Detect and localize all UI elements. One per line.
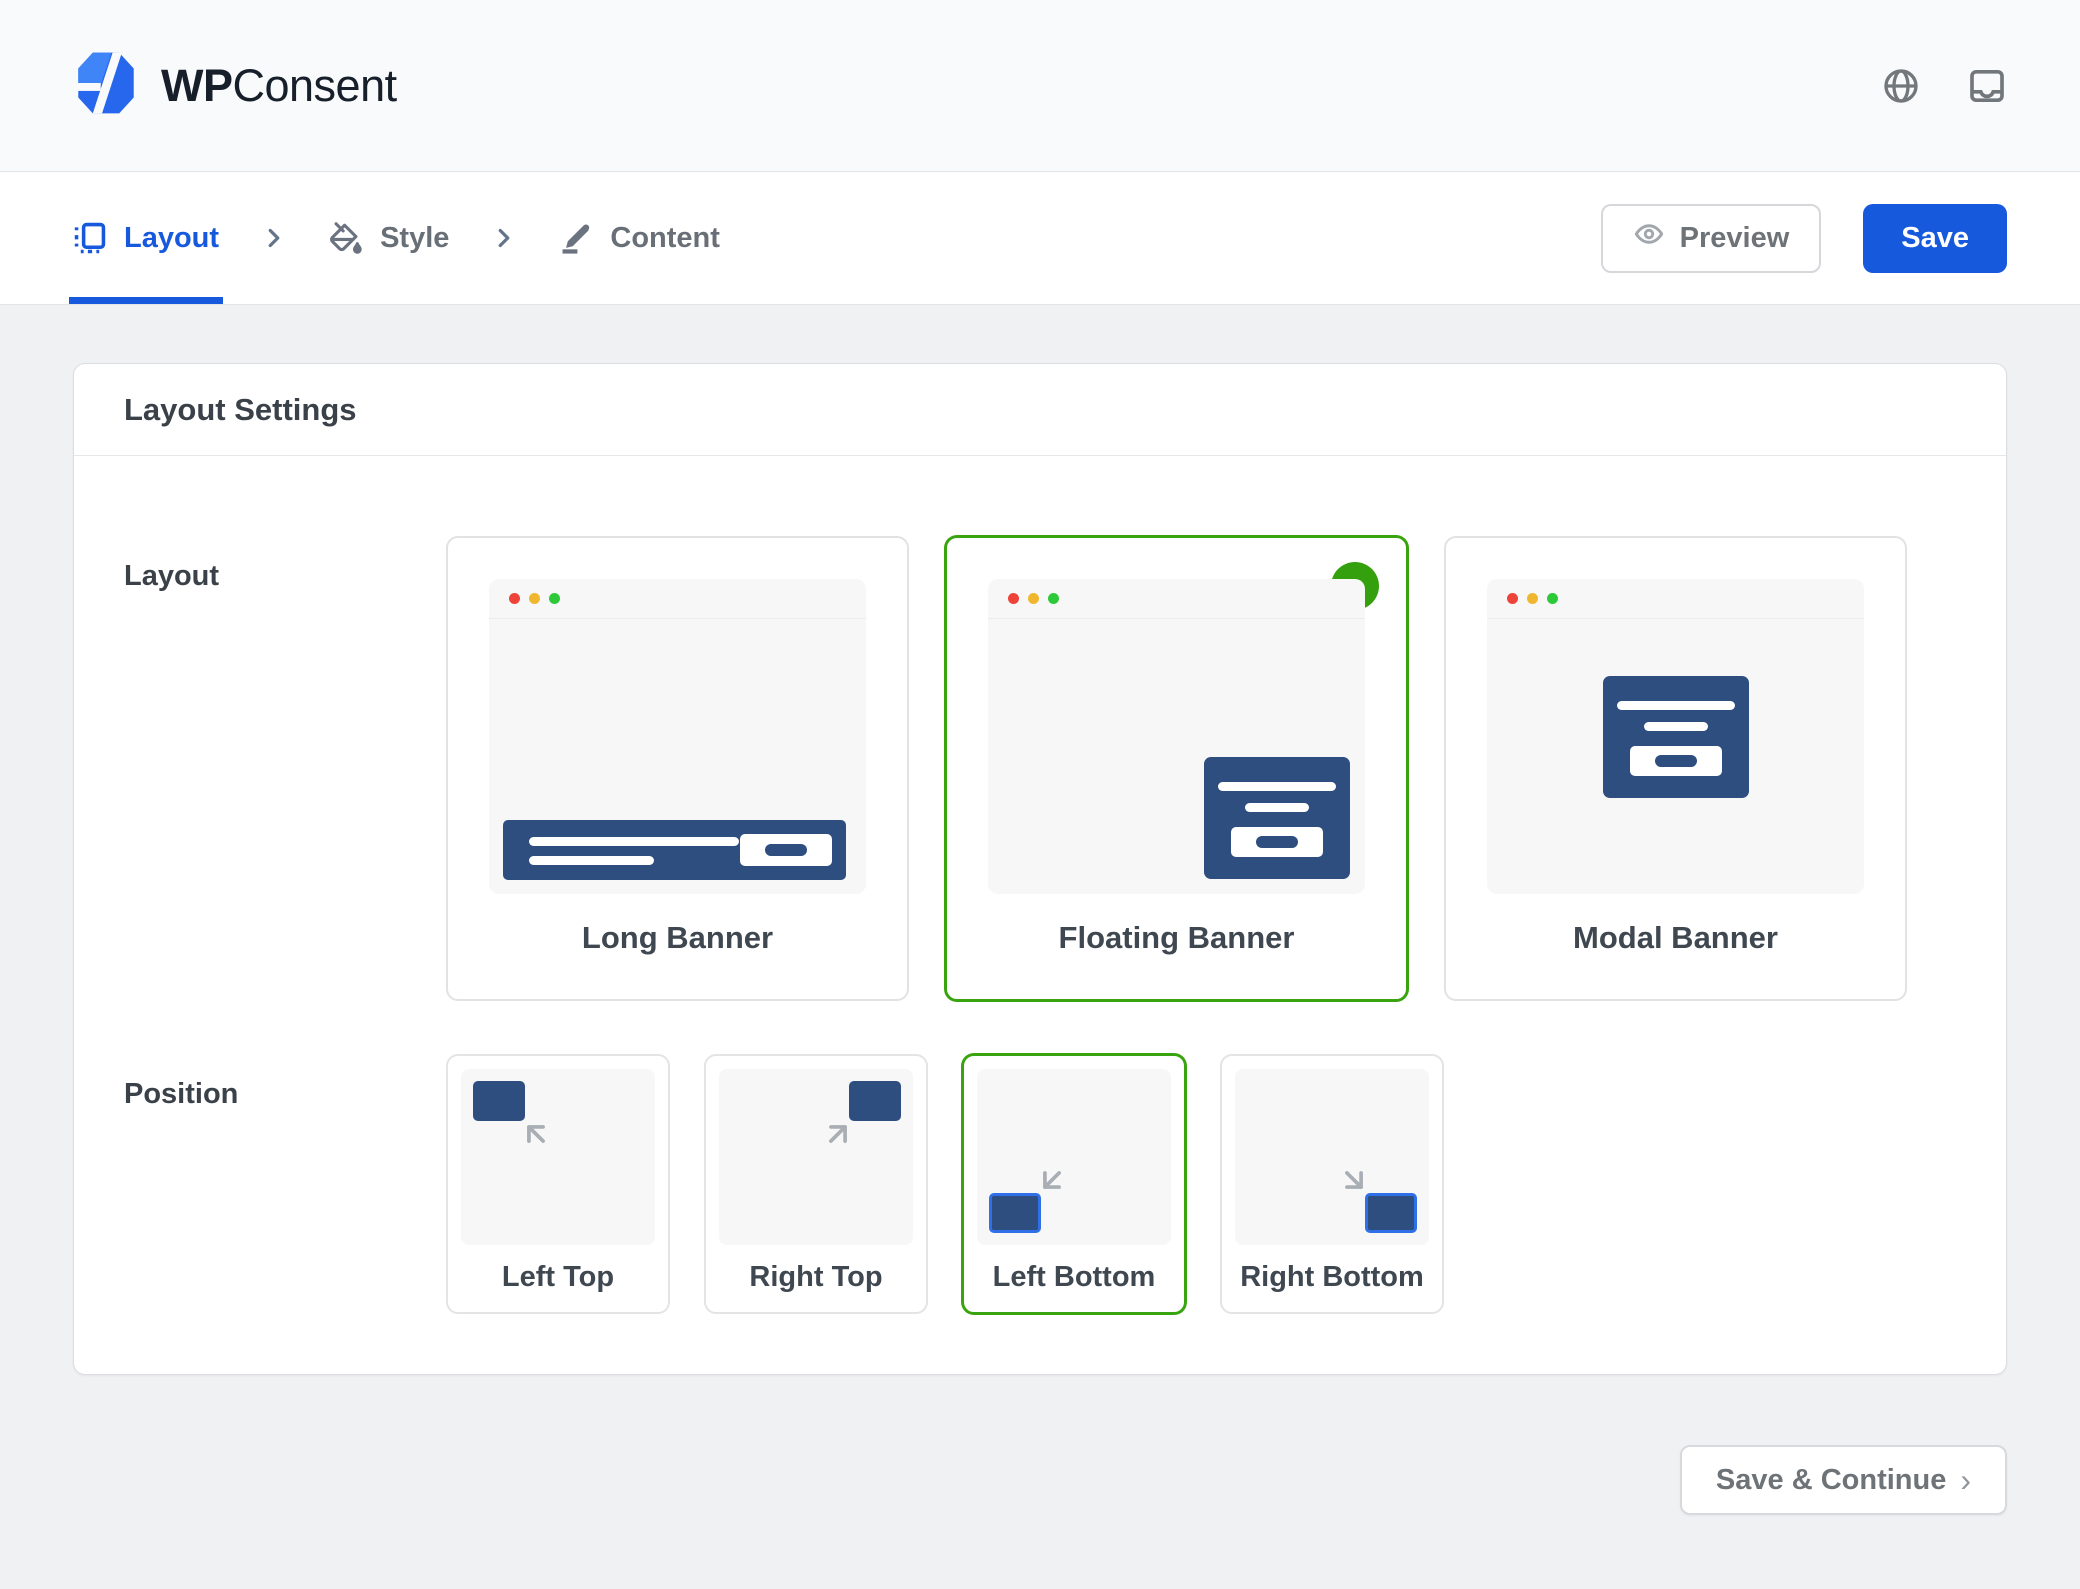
banner-swatch (1365, 1193, 1417, 1233)
modal-banner-preview (1603, 676, 1749, 798)
steps-toolbar: Layout Style Content (0, 172, 2080, 305)
banner-button (1231, 827, 1323, 857)
layout-icon (73, 221, 107, 255)
window-dot-green (1048, 593, 1059, 604)
position-option-label: Right Bottom (1235, 1261, 1429, 1294)
app-header: WPConsent (0, 0, 2080, 172)
arrow-down-right-icon (1337, 1163, 1371, 1197)
arrow-up-right-icon (821, 1117, 855, 1151)
preview-button-label: Preview (1680, 222, 1790, 255)
position-option-label: Left Bottom (977, 1261, 1171, 1294)
position-option-label: Left Top (461, 1261, 655, 1294)
window-dot-green (549, 593, 560, 604)
window-dot-yellow (1527, 593, 1538, 604)
tab-content-label: Content (610, 222, 720, 255)
layout-settings-panel: Layout Settings Layout (73, 363, 2007, 1375)
brand-name: WPConsent (161, 60, 397, 112)
layout-options: Long Banner (446, 536, 1907, 1001)
layout-option-label: Floating Banner (1059, 920, 1295, 956)
window-dot-red (1008, 593, 1019, 604)
position-option-label: Right Top (719, 1261, 913, 1294)
paint-bucket-icon (329, 221, 363, 255)
pencil-line-icon (559, 221, 593, 255)
browser-titlebar (988, 579, 1365, 619)
banner-button-label-bar (1655, 755, 1697, 767)
browser-titlebar (1487, 579, 1864, 619)
banner-button-label-bar (765, 844, 807, 856)
tab-layout[interactable]: Layout (73, 172, 219, 304)
banner-button (740, 834, 832, 866)
arrow-up-left-icon (519, 1117, 553, 1151)
layout-option-modal-banner[interactable]: Modal Banner (1444, 536, 1907, 1001)
long-banner-preview (503, 820, 846, 880)
chevron-right-icon (259, 223, 289, 253)
banner-text-line (529, 837, 739, 846)
position-row: Position Left Top (124, 1054, 1958, 1314)
position-preview (977, 1069, 1171, 1245)
window-dot-red (509, 593, 520, 604)
browser-titlebar (489, 579, 866, 619)
browser-mockup (988, 579, 1365, 894)
globe-icon[interactable] (1881, 66, 1921, 106)
banner-text-line (1245, 803, 1309, 812)
browser-mockup (489, 579, 866, 894)
save-and-continue-button[interactable]: Save & Continue › (1680, 1445, 2007, 1515)
chevron-right-icon (489, 223, 519, 253)
layout-option-long-banner[interactable]: Long Banner (446, 536, 909, 1001)
inbox-icon[interactable] (1967, 66, 2007, 106)
floating-banner-preview (1204, 757, 1350, 879)
page-content: Layout Settings Layout (0, 305, 2080, 1555)
eye-icon (1633, 218, 1665, 258)
banner-swatch (989, 1193, 1041, 1233)
arrow-down-left-icon (1035, 1163, 1069, 1197)
banner-text-line (529, 856, 654, 865)
save-and-continue-label: Save & Continue (1716, 1464, 1946, 1497)
save-button-label: Save (1901, 222, 1969, 255)
banner-text-line (1617, 701, 1735, 710)
window-dot-yellow (1028, 593, 1039, 604)
banner-text-line (1218, 782, 1336, 791)
chevron-right-icon: › (1960, 1464, 1971, 1496)
save-button[interactable]: Save (1863, 204, 2007, 273)
tab-style-label: Style (380, 222, 449, 255)
window-dot-yellow (529, 593, 540, 604)
layout-row-label: Layout (124, 536, 446, 1001)
tab-content[interactable]: Content (559, 172, 720, 304)
position-preview (719, 1069, 913, 1245)
browser-mockup (1487, 579, 1864, 894)
layout-row: Layout (124, 536, 1958, 1001)
window-dot-green (1547, 593, 1558, 604)
position-preview (1235, 1069, 1429, 1245)
preview-button[interactable]: Preview (1601, 204, 1822, 273)
position-preview (461, 1069, 655, 1245)
position-option-right-top[interactable]: Right Top (704, 1054, 928, 1314)
banner-text-line (1644, 722, 1708, 731)
banner-button-label-bar (1256, 836, 1298, 848)
banner-button (1630, 746, 1722, 776)
layout-option-label: Long Banner (582, 920, 773, 956)
position-option-left-top[interactable]: Left Top (446, 1054, 670, 1314)
position-row-label: Position (124, 1054, 446, 1314)
position-option-right-bottom[interactable]: Right Bottom (1220, 1054, 1444, 1314)
panel-title: Layout Settings (74, 364, 2006, 456)
window-dot-red (1507, 593, 1518, 604)
banner-swatch (473, 1081, 525, 1121)
tab-style[interactable]: Style (329, 172, 449, 304)
wpconsent-logo-icon (73, 50, 139, 121)
layout-option-label: Modal Banner (1573, 920, 1778, 956)
banner-swatch (849, 1081, 901, 1121)
wpconsent-logo: WPConsent (73, 50, 397, 121)
tab-layout-label: Layout (124, 222, 219, 255)
layout-option-floating-banner[interactable]: Floating Banner (945, 536, 1408, 1001)
position-options: Left Top Right Top (446, 1054, 1444, 1314)
position-option-left-bottom[interactable]: Left Bottom (962, 1054, 1186, 1314)
